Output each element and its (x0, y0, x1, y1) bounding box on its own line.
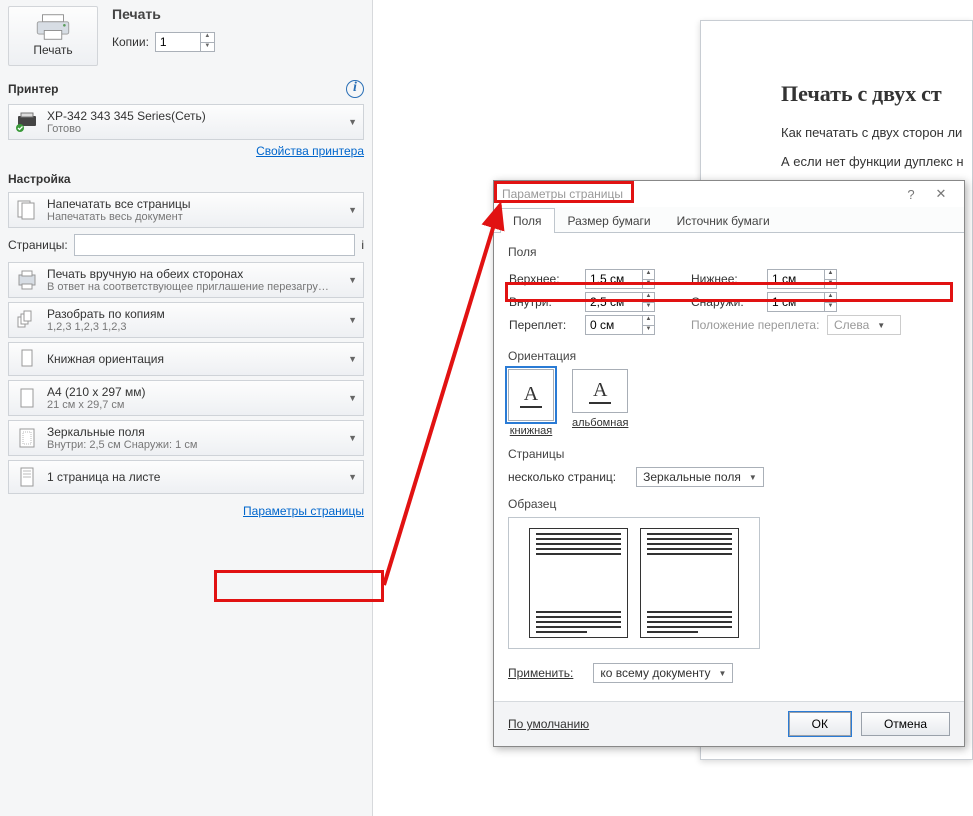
orientation-title: Книжная ориентация (47, 352, 340, 366)
gutter-pos-label: Положение переплета: (691, 318, 821, 332)
ok-button[interactable]: ОК (789, 712, 851, 736)
margin-top-input[interactable]: ▲▼ (585, 269, 655, 289)
paper-sub: 21 см x 29,7 см (47, 399, 340, 411)
tab-paper-source[interactable]: Источник бумаги (664, 208, 783, 233)
copies-input[interactable] (156, 33, 200, 51)
print-range-sub: Напечатать весь документ (47, 211, 340, 223)
collate-icon (15, 308, 39, 332)
page-setup-link[interactable]: Параметры страницы (243, 504, 364, 518)
tab-fields[interactable]: Поля (500, 208, 555, 233)
paper-icon (15, 386, 39, 410)
doc-text: Как печатать с двух сторон ли (781, 125, 972, 140)
dialog-tabs: Поля Размер бумаги Источник бумаги (494, 207, 964, 233)
copies-spinner[interactable]: ▲▼ (155, 32, 215, 52)
chevron-down-icon: ▼ (348, 472, 357, 482)
cancel-button[interactable]: Отмена (861, 712, 950, 736)
tab-paper-size[interactable]: Размер бумаги (555, 208, 664, 233)
pages-group-label: Страницы (508, 447, 950, 461)
margin-bottom-label: Нижнее: (691, 272, 761, 286)
orientation-landscape[interactable]: A альбомная (572, 369, 628, 437)
duplex-title: Печать вручную на обеих сторонах (47, 267, 340, 281)
chevron-down-icon: ▼ (348, 315, 357, 325)
info-icon[interactable]: i (346, 80, 364, 98)
collate-select[interactable]: Разобрать по копиям1,2,3 1,2,3 1,2,3 ▼ (8, 302, 364, 338)
duplex-select[interactable]: Печать вручную на обеих сторонахВ ответ … (8, 262, 364, 298)
pages-icon (15, 198, 39, 222)
margin-outside-input[interactable]: ▲▼ (767, 292, 837, 312)
pages-per-sheet-select[interactable]: 1 страница на листе ▼ (8, 460, 364, 494)
gutter-input[interactable]: ▲▼ (585, 315, 655, 335)
print-panel: Печать Печать Копии: ▲▼ Принтерi XP-342 … (0, 0, 373, 816)
printer-icon (32, 13, 74, 41)
pages-input[interactable] (74, 234, 356, 256)
down-icon[interactable]: ▼ (200, 43, 214, 52)
margin-top-label: Верхнее: (509, 272, 579, 286)
up-icon[interactable]: ▲ (200, 33, 214, 43)
margins-icon (15, 426, 39, 450)
margins-title: Зеркальные поля (47, 425, 340, 439)
chevron-down-icon: ▼ (348, 393, 357, 403)
printer-status-icon (15, 110, 39, 134)
printer-properties-link[interactable]: Свойства принтера (256, 144, 364, 158)
doc-heading: Печать с двух ст (781, 81, 972, 107)
orientation-select[interactable]: Книжная ориентация ▼ (8, 342, 364, 376)
pages-per-sheet-title: 1 страница на листе (47, 470, 340, 484)
collate-sub: 1,2,3 1,2,3 1,2,3 (47, 321, 340, 333)
paper-size-select[interactable]: A4 (210 x 297 мм)21 см x 29,7 см ▼ (8, 380, 364, 416)
print-range-title: Напечатать все страницы (47, 197, 340, 211)
print-button-label: Печать (13, 43, 93, 57)
duplex-icon (15, 268, 39, 292)
printer-name: XP-342 343 345 Series(Сеть) (47, 109, 340, 123)
close-button[interactable]: ✕ (926, 186, 956, 202)
sample-group-label: Образец (508, 497, 950, 511)
doc-text: А если нет функции дуплекс н (781, 154, 972, 169)
sheet-icon (15, 465, 39, 489)
info-icon[interactable]: i (361, 238, 364, 252)
pages-label: Страницы: (8, 238, 68, 252)
chevron-down-icon: ▼ (348, 354, 357, 364)
margins-sub: Внутри: 2,5 см Снаружи: 1 см (47, 439, 340, 451)
orientation-group-label: Ориентация (508, 349, 950, 363)
chevron-down-icon: ▼ (348, 117, 357, 127)
apply-to-label: Применить: (508, 666, 573, 680)
default-button[interactable]: По умолчанию (508, 717, 589, 731)
chevron-down-icon: ▼ (348, 275, 357, 285)
chevron-down-icon: ▼ (348, 205, 357, 215)
orientation-portrait[interactable]: A книжная (508, 369, 554, 437)
margin-inside-label: Внутри: (509, 295, 579, 309)
margin-inside-input[interactable]: ▲▼ (585, 292, 655, 312)
page-setup-dialog: Параметры страницы ? ✕ Поля Размер бумаг… (493, 180, 965, 747)
copies-label: Копии: (112, 35, 149, 49)
multi-pages-select[interactable]: Зеркальные поля▼ (636, 467, 764, 487)
paper-title: A4 (210 x 297 мм) (47, 385, 340, 399)
collate-title: Разобрать по копиям (47, 307, 340, 321)
gutter-label: Переплет: (509, 318, 579, 332)
settings-section-title: Настройка (8, 172, 71, 186)
printer-select[interactable]: XP-342 343 345 Series(Сеть)Готово ▼ (8, 104, 364, 140)
dialog-title: Параметры страницы (502, 187, 623, 201)
printer-section-title: Принтер (8, 82, 58, 96)
print-button[interactable]: Печать (8, 6, 98, 66)
margin-outside-label: Снаружи: (691, 295, 761, 309)
margin-bottom-input[interactable]: ▲▼ (767, 269, 837, 289)
duplex-sub: В ответ на соответствующее приглашение п… (47, 281, 340, 293)
apply-to-select[interactable]: ко всему документу▼ (593, 663, 733, 683)
portrait-icon (15, 347, 39, 371)
help-button[interactable]: ? (896, 187, 926, 202)
print-title: Печать (112, 6, 364, 22)
margins-group-label: Поля (508, 245, 950, 259)
print-range-select[interactable]: Напечатать все страницыНапечатать весь д… (8, 192, 364, 228)
gutter-pos-select: Слева▼ (827, 315, 901, 335)
multi-pages-label: несколько страниц: (508, 470, 616, 484)
printer-status: Готово (47, 123, 340, 135)
sample-preview (508, 517, 760, 649)
margins-select[interactable]: Зеркальные поляВнутри: 2,5 см Снаружи: 1… (8, 420, 364, 456)
chevron-down-icon: ▼ (348, 433, 357, 443)
